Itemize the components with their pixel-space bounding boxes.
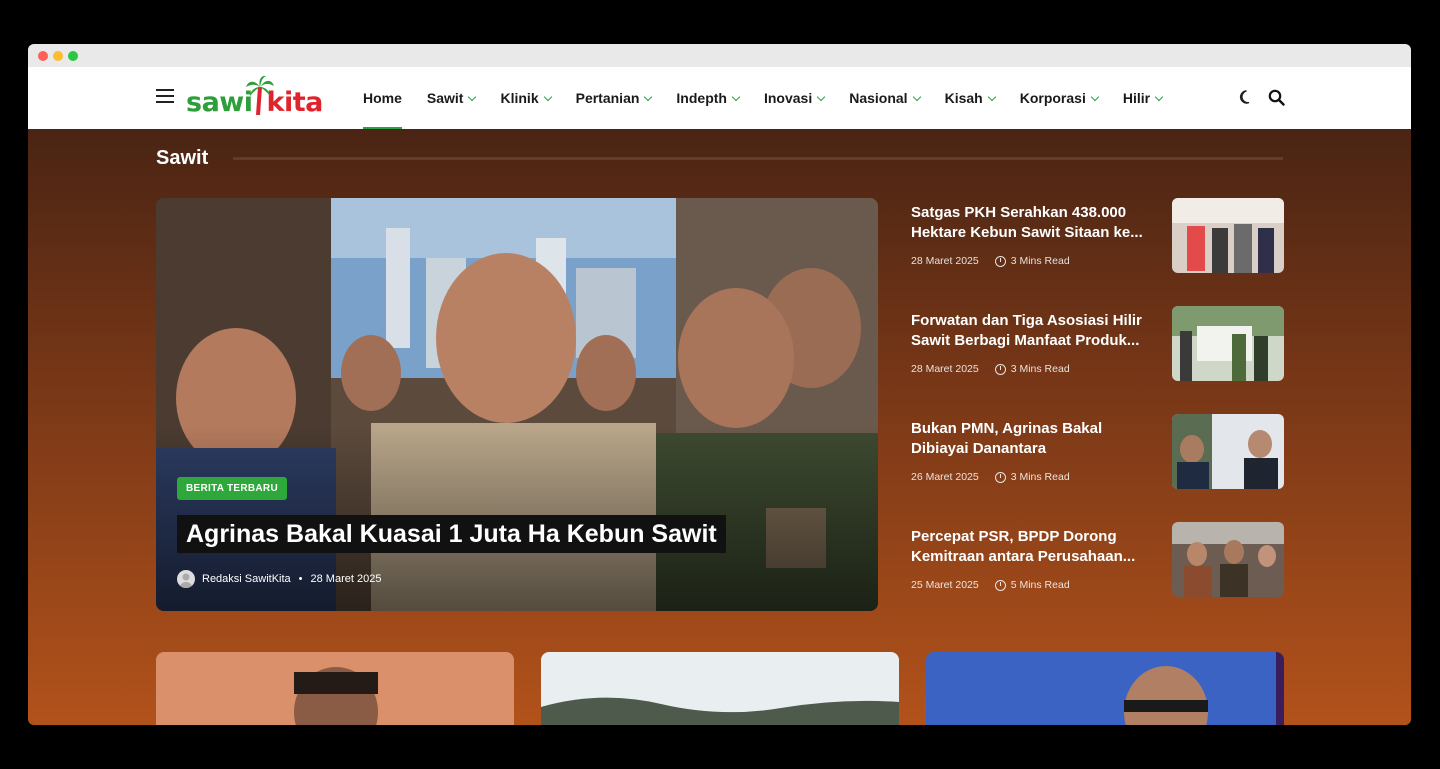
palm-tree-icon — [246, 75, 274, 115]
site-logo[interactable]: sawi kita — [186, 75, 324, 123]
chevron-down-icon — [644, 92, 653, 101]
chevron-down-icon — [1090, 92, 1100, 101]
chevron-down-icon — [816, 92, 826, 101]
chevron-down-icon — [731, 92, 741, 101]
list-item: Forwatan dan Tiga Asosiasi Hilir Sawit B… — [911, 306, 1284, 382]
post-thumbnail[interactable] — [1172, 198, 1284, 273]
nav-item-korporasi[interactable]: Korporasi — [1020, 67, 1100, 129]
main-navigation: Home Sawit Klinik Pertanian Indepth Inov… — [363, 67, 1187, 129]
nav-item-inovasi[interactable]: Inovasi — [764, 67, 826, 129]
maximize-window-button[interactable] — [68, 51, 78, 61]
post-date: 28 Maret 2025 — [911, 255, 979, 267]
list-item: Percepat PSR, BPDP Dorong Kemitraan anta… — [911, 522, 1284, 598]
clock-icon — [994, 471, 1006, 483]
browser-window: sawi kita Home Sawit Klinik Pertanian Ind… — [28, 44, 1411, 725]
meta-separator: • — [298, 573, 303, 585]
post-date: 26 Maret 2025 — [911, 471, 979, 483]
nav-item-home[interactable]: Home — [363, 67, 402, 129]
nav-item-sawit[interactable]: Sawit — [427, 67, 477, 129]
search-icon[interactable] — [1268, 89, 1285, 106]
close-window-button[interactable] — [38, 51, 48, 61]
article-card[interactable] — [926, 652, 1284, 725]
nav-item-indepth[interactable]: Indepth — [676, 67, 741, 129]
post-title[interactable]: Percepat PSR, BPDP Dorong Kemitraan anta… — [911, 527, 1151, 567]
logo-text-sawi: sawi — [186, 87, 253, 118]
chevron-down-icon — [543, 92, 552, 101]
site-header: sawi kita Home Sawit Klinik Pertanian Ind… — [28, 67, 1411, 129]
nav-item-kisah[interactable]: Kisah — [945, 67, 996, 129]
chevron-down-icon — [468, 92, 477, 101]
nav-item-nasional[interactable]: Nasional — [849, 67, 921, 129]
hero-title[interactable]: Agrinas Bakal Kuasai 1 Juta Ha Kebun Saw… — [177, 515, 726, 553]
list-item: Satgas PKH Serahkan 438.000 Hektare Kebu… — [911, 198, 1284, 274]
nav-item-pertanian[interactable]: Pertanian — [576, 67, 653, 129]
post-title[interactable]: Satgas PKH Serahkan 438.000 Hektare Kebu… — [911, 203, 1151, 243]
post-thumbnail[interactable] — [1172, 414, 1284, 489]
author-avatar[interactable] — [177, 570, 195, 588]
chevron-down-icon — [987, 92, 996, 101]
list-item: Bukan PMN, Agrinas Bakal Dibiayai Danant… — [911, 414, 1284, 490]
read-time: 3 Mins Read — [1010, 363, 1070, 375]
logo-text-kita: kita — [266, 87, 324, 118]
article-card[interactable] — [156, 652, 514, 725]
post-thumbnail[interactable] — [1172, 306, 1284, 381]
hero-meta: Redaksi SawitKita • 28 Maret 2025 — [177, 570, 381, 588]
section-divider — [233, 157, 1283, 160]
section-title: Sawit — [156, 147, 209, 169]
minimize-window-button[interactable] — [53, 51, 63, 61]
post-title[interactable]: Bukan PMN, Agrinas Bakal Dibiayai Danant… — [911, 419, 1151, 459]
read-time: 3 Mins Read — [1010, 471, 1070, 483]
read-time: 5 Mins Read — [1010, 579, 1070, 591]
clock-icon — [994, 363, 1006, 375]
moon-icon[interactable] — [1238, 89, 1254, 105]
category-badge[interactable]: BERITA TERBARU — [177, 477, 287, 500]
nav-item-hilir[interactable]: Hilir — [1123, 67, 1164, 129]
hero-article[interactable]: BERITA TERBARU Agrinas Bakal Kuasai 1 Ju… — [156, 198, 878, 611]
main-content: Sawit BERITA TERBARU Agrinas Bakal Kuasa… — [28, 129, 1411, 725]
read-time: 3 Mins Read — [1010, 255, 1070, 267]
chevron-down-icon — [912, 92, 921, 101]
post-thumbnail[interactable] — [1172, 522, 1284, 597]
chevron-down-icon — [1154, 92, 1164, 101]
hero-date: 28 Maret 2025 — [310, 573, 382, 585]
clock-icon — [994, 579, 1006, 591]
post-date: 25 Maret 2025 — [911, 579, 979, 591]
clock-icon — [994, 255, 1006, 267]
post-date: 28 Maret 2025 — [911, 363, 979, 375]
menu-icon[interactable] — [156, 89, 174, 103]
post-title[interactable]: Forwatan dan Tiga Asosiasi Hilir Sawit B… — [911, 311, 1151, 351]
title-bar — [28, 44, 1411, 68]
article-card[interactable] — [541, 652, 899, 725]
author-name[interactable]: Redaksi SawitKita — [202, 573, 291, 585]
nav-item-klinik[interactable]: Klinik — [500, 67, 552, 129]
